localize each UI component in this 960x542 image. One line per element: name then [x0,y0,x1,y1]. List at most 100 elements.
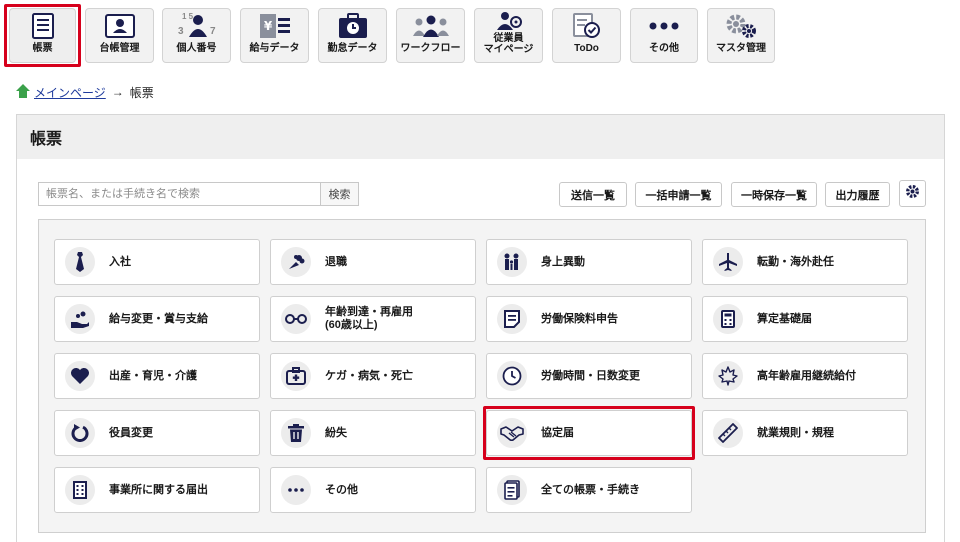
nav-ledger-button[interactable]: 台帳管理 [85,8,154,63]
breadcrumb-arrow-icon: → [111,85,124,99]
clipboard-icon [497,475,527,505]
form-card-label: 出産・育児・介護 [109,369,197,382]
form-card-joining[interactable]: 入社 [54,239,260,285]
person-number-icon: 1 5 3 7 [163,9,230,43]
nav-label: ToDo [574,43,599,54]
form-card-other[interactable]: その他 [270,467,476,513]
breadcrumb: メインページ → 帳票 [16,83,154,101]
form-card-work-rules[interactable]: 就業規則・規程 [702,410,908,456]
form-card-working-hours[interactable]: 労働時間・日数変更 [486,353,692,399]
form-card-lost[interactable]: 紛失 [270,410,476,456]
first-aid-icon [281,361,311,391]
top-navigation: 帳票 台帳管理 1 5 3 7 個人番号 ¥ 給与データ 勤怠データ ワークフロ… [0,0,960,72]
gear-icon [905,184,920,204]
form-card-retirement[interactable]: 退職 [270,239,476,285]
document-icon [497,304,527,334]
employee-page-icon [475,9,542,33]
attendance-clock-icon [319,9,386,43]
handshake-icon [497,418,527,448]
form-card-label: 労働時間・日数変更 [541,369,640,382]
form-card-transfer[interactable]: 転勤・海外赴任 [702,239,908,285]
sent-list-button[interactable]: 送信一覧 [559,182,627,207]
nav-attendance-button[interactable]: 勤怠データ [318,8,387,63]
gears-icon [708,9,774,43]
trash-icon [281,418,311,448]
nav-workflow-button[interactable]: ワークフロー [396,8,465,63]
glasses-icon [281,304,311,334]
search-box: 検索 [38,182,359,206]
nav-label: その他 [649,43,679,54]
bulk-application-list-button[interactable]: 一括申請一覧 [635,182,722,207]
breadcrumb-home-link[interactable]: メインページ [34,84,106,101]
nav-label: マスタ管理 [716,43,766,54]
nav-todo-button[interactable]: ToDo [552,8,621,63]
airplane-icon [713,247,743,277]
todo-check-icon [553,9,620,43]
bouquet-icon [281,247,311,277]
nav-label: ワークフロー [400,43,461,54]
rotate-icon [65,418,95,448]
family-icon [497,247,527,277]
necktie-icon [65,247,95,277]
form-card-label: 退職 [325,255,347,268]
nav-more-button[interactable]: その他 [630,8,698,63]
form-card-office-notification[interactable]: 事業所に関する届出 [54,467,260,513]
nav-employee-page-button[interactable]: 従業員 マイページ [474,8,543,63]
form-card-personal-change[interactable]: 身上異動 [486,239,692,285]
form-card-label: 入社 [109,255,131,268]
form-card-label: 役員変更 [109,426,153,439]
nav-salary-data-button[interactable]: ¥ 給与データ [240,8,309,63]
number-glyph: 3 [178,26,184,37]
heart-icon [65,361,95,391]
page-title: 帳票 [17,115,944,159]
money-hand-icon [65,304,95,334]
form-card-officer-change[interactable]: 役員変更 [54,410,260,456]
form-card-all-forms[interactable]: 全ての帳票・手続き [486,467,692,513]
form-card-injury-illness[interactable]: ケガ・病気・死亡 [270,353,476,399]
form-card-base-calculation[interactable]: 算定基礎届 [702,296,908,342]
nav-personal-number-button[interactable]: 1 5 3 7 個人番号 [162,8,231,63]
search-input[interactable] [39,183,320,205]
home-icon [16,83,30,101]
form-card-label: 紛失 [325,426,347,439]
more-dots-icon [281,475,311,505]
nav-forms-button[interactable]: 帳票 [9,8,76,63]
nav-label: 従業員 マイページ [483,33,534,55]
output-history-button[interactable]: 出力履歴 [825,182,890,207]
id-card-icon [86,9,153,43]
form-card-labor-insurance[interactable]: 労働保険料申告 [486,296,692,342]
saved-list-button[interactable]: 一時保存一覧 [731,182,817,207]
form-card-label: 全ての帳票・手続き [541,483,640,496]
form-card-label: ケガ・病気・死亡 [325,369,413,382]
nav-label: 給与データ [249,43,300,54]
form-card-label: 給与変更・賞与支給 [109,312,208,325]
ruler-icon [713,418,743,448]
form-card-label: 算定基礎届 [757,312,812,325]
form-card-label: 転勤・海外赴任 [757,255,834,268]
calculator-icon [713,304,743,334]
form-card-label: その他 [325,483,358,496]
breadcrumb-current: 帳票 [129,85,154,100]
form-card-label: 事業所に関する届出 [109,483,208,496]
settings-button[interactable] [899,180,926,207]
nav-label: 勤怠データ [327,43,378,54]
form-card-label: 高年齢雇用継続給付 [757,369,856,382]
form-card-age-reemployment[interactable]: 年齢到達・再雇用 (60歳以上) [270,296,476,342]
maple-leaf-icon [713,361,743,391]
nav-label: 個人番号 [176,43,217,54]
form-card-agreement[interactable]: 協定届 [486,410,692,456]
form-card-label: 協定届 [541,426,574,439]
forms-grid: 入社 退職 身上異動 転勤・海外赴任 給与変更・賞与支給 年齢到達・再雇用 (6… [38,219,926,533]
form-card-salary-change[interactable]: 給与変更・賞与支給 [54,296,260,342]
nav-label: 台帳管理 [99,43,140,54]
form-card-childcare[interactable]: 出産・育児・介護 [54,353,260,399]
more-dots-icon [631,9,697,43]
building-icon [65,475,95,505]
search-button[interactable]: 検索 [320,183,358,205]
nav-master-button[interactable]: マスタ管理 [707,8,775,63]
team-icon [397,9,464,43]
form-card-label: 就業規則・規程 [757,426,834,439]
document-list-icon [10,9,75,43]
form-card-senior-employment[interactable]: 高年齢雇用継続給付 [702,353,908,399]
form-card-label: 労働保険料申告 [541,312,618,325]
